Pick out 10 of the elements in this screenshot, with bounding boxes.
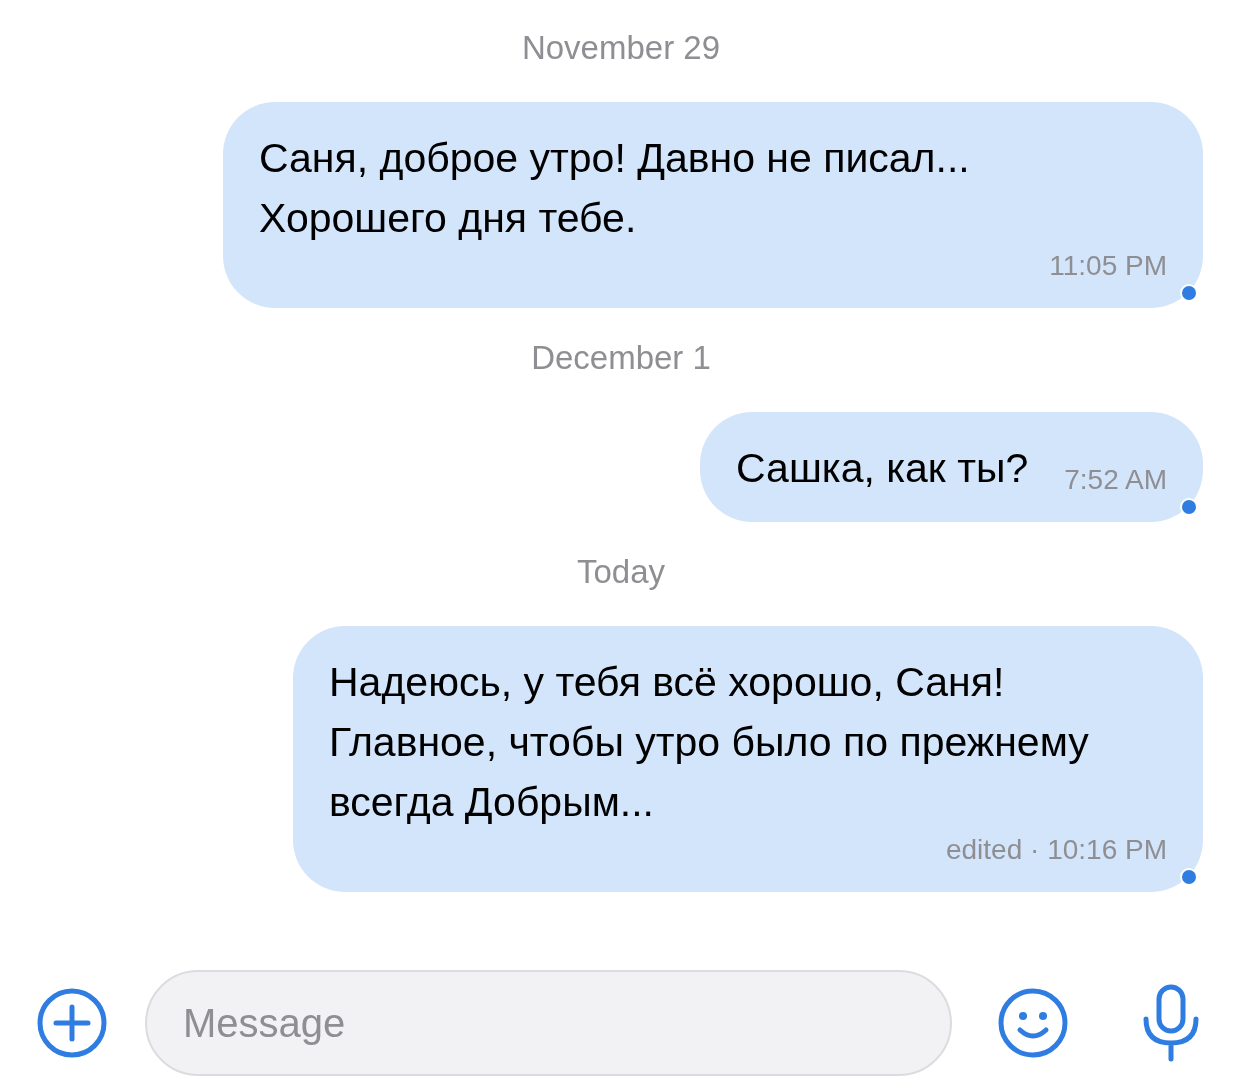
message-text: Надеюсь, у тебя всё хорошо, Саня! Главное, чтобы утро было по прежнему всегда Добрым... bbox=[329, 658, 1090, 827]
message-time: edited · 10:16 PM bbox=[945, 833, 1167, 867]
message-field[interactable]: Message bbox=[145, 970, 952, 1076]
message-time: 11:05 PM bbox=[1049, 249, 1167, 283]
message-time: 7:52 AM bbox=[1064, 463, 1167, 497]
message-text: Сашка, как ты? bbox=[736, 444, 1029, 493]
message-text: Саня, доброе утро! Давно не писал... Хорошего дня тебе. bbox=[259, 134, 971, 243]
date-separator: Today bbox=[576, 552, 666, 592]
date-separator: November 29 bbox=[521, 28, 721, 68]
date-separator: December 1 bbox=[531, 338, 711, 378]
